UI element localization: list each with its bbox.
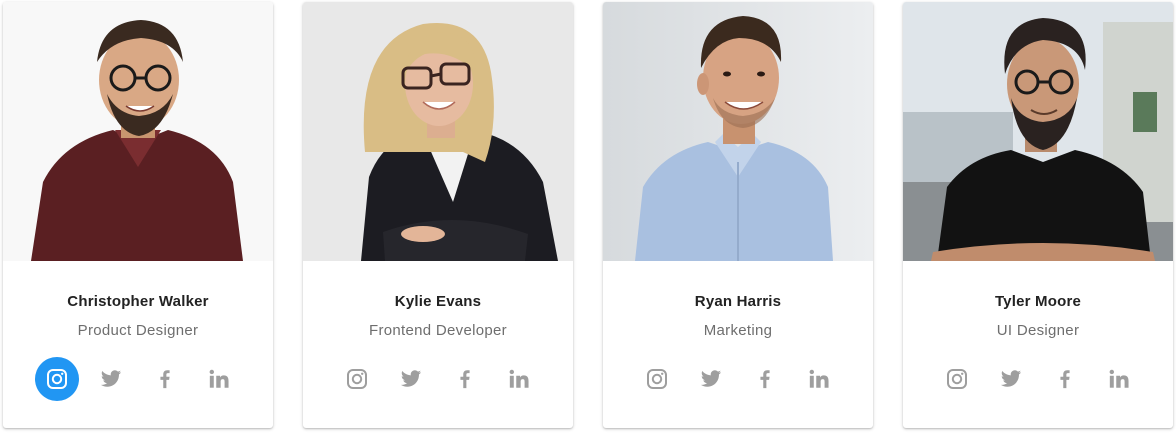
instagram-link[interactable]	[935, 357, 979, 401]
linkedin-icon	[809, 369, 829, 388]
twitter-icon	[100, 370, 122, 387]
twitter-link[interactable]	[689, 357, 733, 401]
team-card: Kylie Evans Frontend Developer	[303, 2, 573, 428]
member-role: Marketing	[703, 322, 773, 339]
linkedin-icon	[509, 369, 529, 388]
instagram-link[interactable]	[335, 357, 379, 401]
team-card: Ryan Harris Marketing	[603, 2, 873, 428]
member-role: UI Designer	[996, 322, 1080, 339]
social-links	[903, 357, 1173, 401]
instagram-icon	[347, 369, 367, 389]
twitter-link[interactable]	[89, 357, 133, 401]
profile-photo	[903, 2, 1173, 261]
member-name: Ryan Harris	[694, 293, 782, 310]
profile-photo	[3, 2, 273, 261]
profile-photo	[603, 2, 873, 261]
instagram-icon	[647, 369, 667, 389]
twitter-icon	[700, 370, 722, 387]
instagram-link[interactable]	[635, 357, 679, 401]
facebook-icon	[1060, 370, 1070, 389]
team-card: Christopher Walker Product Designer	[3, 2, 273, 428]
facebook-link[interactable]	[143, 357, 187, 401]
linkedin-icon	[1109, 369, 1129, 388]
social-links	[3, 357, 273, 401]
facebook-icon	[160, 370, 170, 389]
instagram-icon	[47, 369, 67, 389]
team-grid: Christopher Walker Product Designer Kyli…	[0, 0, 1176, 434]
member-name: Tyler Moore	[994, 293, 1082, 310]
facebook-icon	[460, 370, 470, 389]
twitter-link[interactable]	[989, 357, 1033, 401]
member-role: Product Designer	[77, 322, 199, 339]
linkedin-link[interactable]	[797, 357, 841, 401]
profile-photo	[303, 2, 573, 261]
facebook-link[interactable]	[743, 357, 787, 401]
linkedin-icon	[209, 369, 229, 388]
instagram-icon	[947, 369, 967, 389]
instagram-link[interactable]	[35, 357, 79, 401]
twitter-link[interactable]	[389, 357, 433, 401]
social-links	[603, 357, 873, 401]
facebook-link[interactable]	[1043, 357, 1087, 401]
linkedin-link[interactable]	[497, 357, 541, 401]
twitter-icon	[1000, 370, 1022, 387]
linkedin-link[interactable]	[197, 357, 241, 401]
team-card: Tyler Moore UI Designer	[903, 2, 1173, 428]
member-name: Kylie Evans	[394, 293, 482, 310]
twitter-icon	[400, 370, 422, 387]
linkedin-link[interactable]	[1097, 357, 1141, 401]
facebook-icon	[760, 370, 770, 389]
social-links	[303, 357, 573, 401]
facebook-link[interactable]	[443, 357, 487, 401]
member-role: Frontend Developer	[369, 322, 507, 339]
member-name: Christopher Walker	[67, 293, 209, 310]
